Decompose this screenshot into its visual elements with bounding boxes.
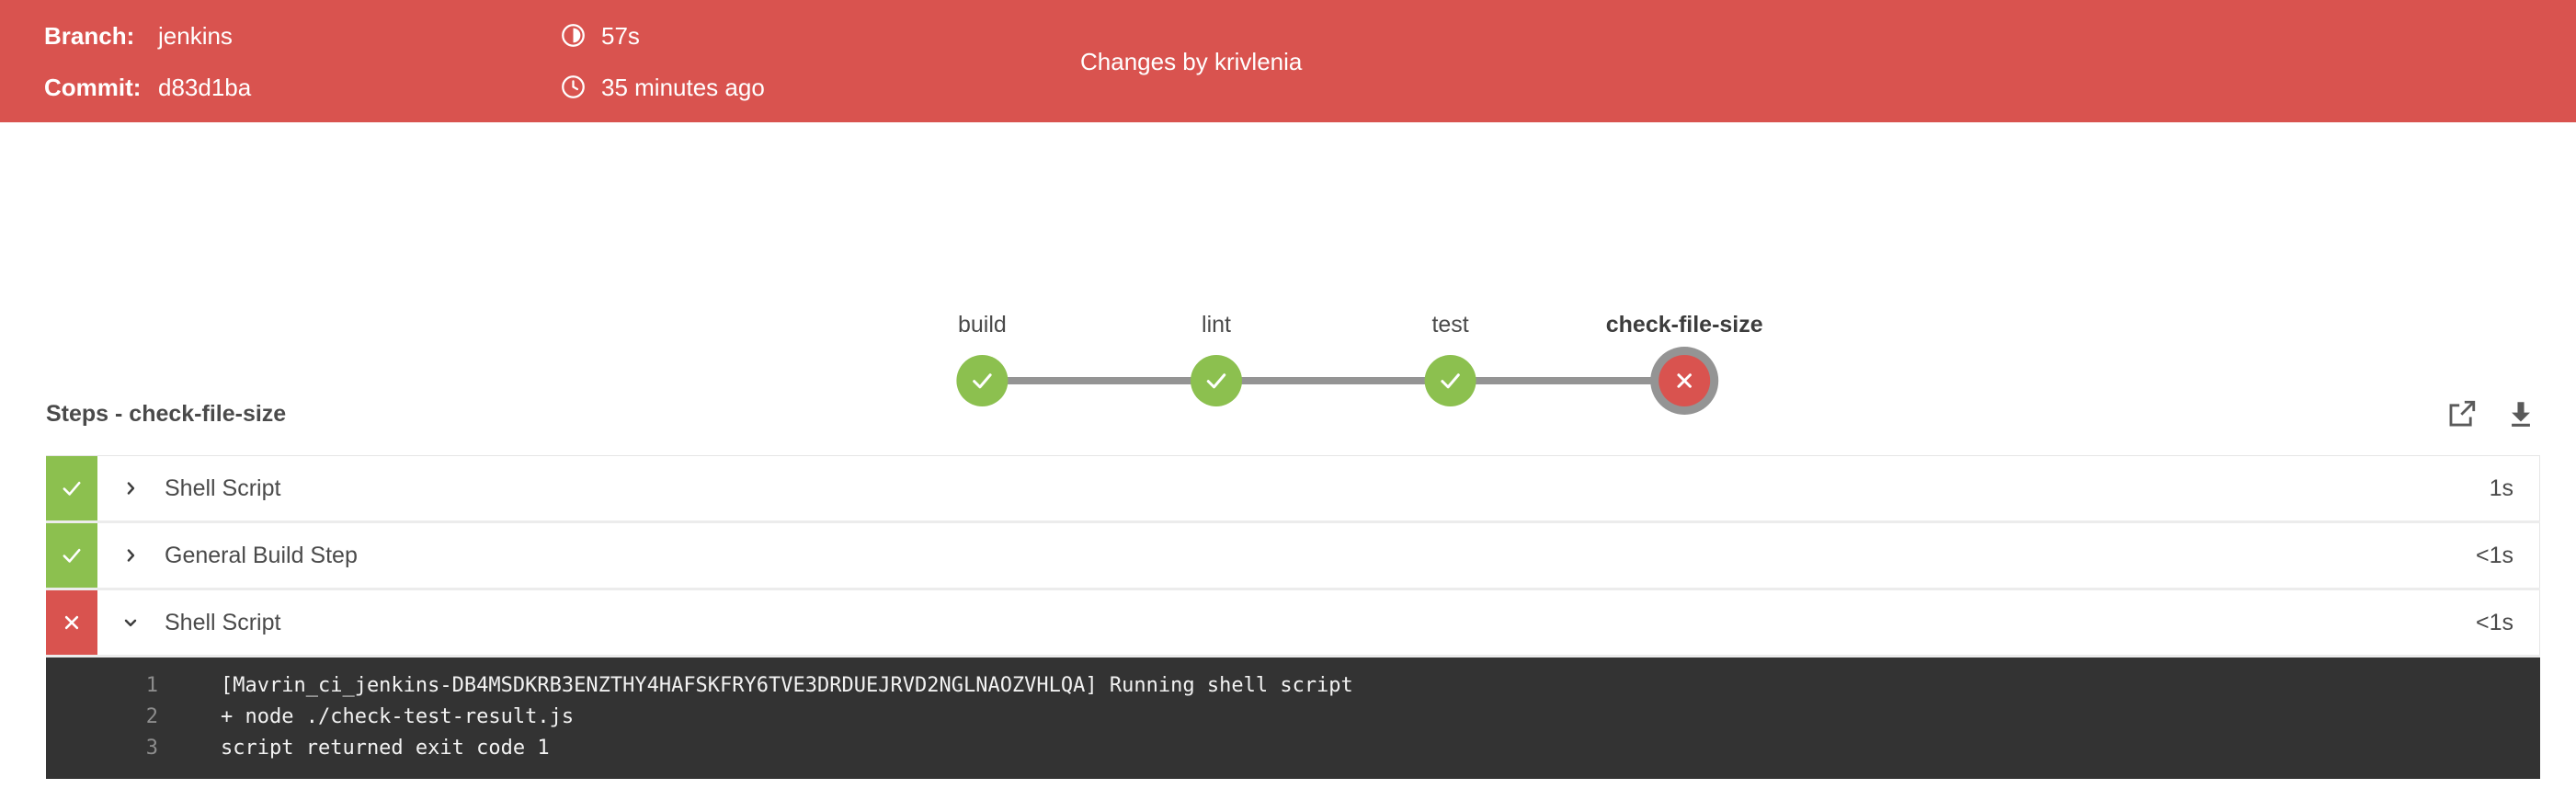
commit-value: d83d1ba [158, 73, 252, 101]
step-duration: <1s [2475, 542, 2513, 568]
clock-icon [561, 74, 586, 99]
step-name: Shell Script [165, 609, 281, 635]
step-row[interactable]: Shell Script 1s [46, 456, 2540, 523]
relative-time-row: 35 minutes ago [561, 62, 765, 113]
steps-actions [2446, 398, 2540, 429]
log-line: 2 + node ./check-test-result.js [46, 702, 2540, 733]
relative-time-value: 35 minutes ago [601, 73, 765, 101]
chevron-right-icon[interactable] [121, 546, 140, 565]
cross-icon [64, 615, 79, 630]
stage-connector [982, 377, 1216, 384]
changes-row: Changes by krivlenia [1080, 36, 1302, 87]
check-icon [63, 548, 81, 563]
log-line-number: 1 [145, 674, 158, 697]
log-line-text: + node ./check-test-result.js [221, 705, 575, 728]
step-body[interactable]: General Build Step <1s [97, 523, 2540, 588]
stage-label-lint[interactable]: lint [1202, 314, 1231, 337]
stage-label-build[interactable]: build [958, 314, 1007, 337]
step-duration: 1s [2489, 475, 2513, 501]
timing-column: 57s 35 minutes ago [561, 0, 765, 122]
step-body[interactable]: Shell Script <1s [97, 590, 2540, 655]
changes-column: Changes by krivlenia [1080, 0, 1302, 122]
branch-label: Branch: [44, 21, 135, 50]
branch-row: Branch: jenkins [44, 10, 251, 62]
step-row[interactable]: Shell Script <1s [46, 590, 2540, 658]
pipeline-graph-area: build lint test check-file-size [0, 122, 2576, 406]
stage-connector [1450, 377, 1685, 384]
step-name: General Build Step [165, 542, 358, 568]
duration-value: 57s [601, 21, 640, 50]
log-line: 3 script returned exit code 1 [46, 733, 2540, 764]
download-icon[interactable] [2505, 398, 2536, 429]
half-circle-timer-icon [561, 23, 586, 48]
stage-connector [1216, 377, 1451, 384]
log-line: 1 [Mavrin_ci_jenkins-DB4MSDKRB3ENZTHY4HAF… [46, 670, 2540, 702]
branch-value: jenkins [158, 21, 233, 50]
console-log-output[interactable]: 1 [Mavrin_ci_jenkins-DB4MSDKRB3ENZTHY4HAF… [46, 658, 2540, 779]
step-status-failure [46, 590, 97, 655]
log-line-text: script returned exit code 1 [221, 737, 550, 760]
step-name: Shell Script [165, 475, 281, 501]
chevron-down-icon[interactable] [121, 613, 140, 632]
run-summary-header: Branch: jenkins Commit: d83d1ba 57s 35 m… [0, 0, 2576, 122]
log-line-number: 2 [145, 705, 158, 728]
external-link-icon[interactable] [2446, 398, 2478, 429]
steps-title: Steps - check-file-size [46, 400, 287, 427]
step-status-success [46, 456, 97, 520]
stage-label-check-file-size[interactable]: check-file-size [1606, 314, 1763, 337]
steps-header: Steps - check-file-size [46, 386, 2540, 441]
step-body[interactable]: Shell Script 1s [97, 456, 2540, 520]
check-icon [63, 481, 81, 496]
steps-section: Steps - check-file-size Shell Script 1s Ge… [46, 386, 2540, 779]
log-line-text: [Mavrin_ci_jenkins-DB4MSDKRB3ENZTHY4HAFS… [221, 674, 1353, 697]
commit-label: Commit: [44, 73, 142, 101]
step-row[interactable]: General Build Step <1s [46, 523, 2540, 590]
step-status-success [46, 523, 97, 588]
branch-commit-column: Branch: jenkins Commit: d83d1ba [44, 0, 251, 122]
steps-list: Shell Script 1s General Build Step <1s Shell… [46, 455, 2540, 658]
commit-row: Commit: d83d1ba [44, 62, 251, 113]
stage-label-test[interactable]: test [1431, 314, 1468, 337]
step-duration: <1s [2475, 609, 2513, 635]
chevron-right-icon[interactable] [121, 479, 140, 497]
changes-by-text: Changes by krivlenia [1080, 47, 1303, 75]
log-line-number: 3 [145, 737, 158, 760]
duration-row: 57s [561, 10, 765, 62]
